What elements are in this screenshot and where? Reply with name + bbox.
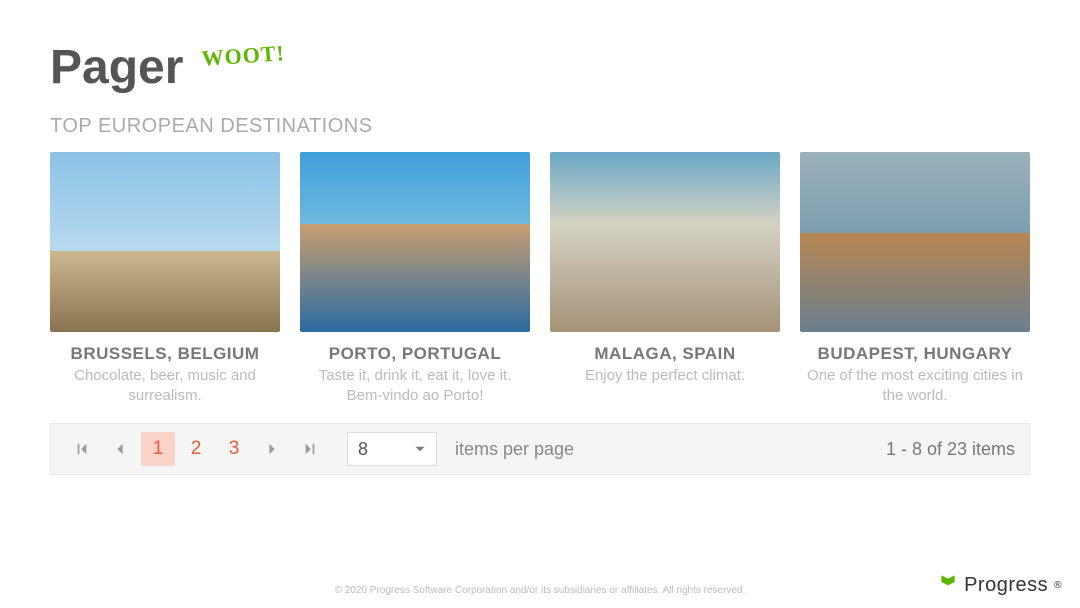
next-page-button[interactable] — [255, 432, 289, 466]
destination-desc: One of the most exciting cities in the w… — [800, 366, 1030, 405]
page-number-1[interactable]: 1 — [141, 432, 175, 466]
page-number-2[interactable]: 2 — [179, 432, 213, 466]
destination-cards: BRUSSELS, BELGIUM Chocolate, beer, music… — [0, 152, 1080, 405]
section-title: TOP EUROPEAN DESTINATIONS — [0, 115, 1080, 152]
destination-title: BRUSSELS, BELGIUM — [50, 344, 280, 364]
destination-title: BUDAPEST, HUNGARY — [800, 344, 1030, 364]
chevron-down-icon — [414, 439, 426, 460]
destination-title: PORTO, PORTUGAL — [300, 344, 530, 364]
destination-image — [300, 152, 530, 332]
footer-copyright: © 2020 Progress Software Corporation and… — [0, 585, 1080, 596]
destination-image — [800, 152, 1030, 332]
destination-desc: Taste it, drink it, eat it, love it. Bem… — [300, 366, 530, 405]
page-title: Pager — [50, 40, 183, 95]
brand-logo: Progress® — [938, 572, 1062, 598]
items-per-page-label: items per page — [455, 439, 574, 460]
prev-page-button[interactable] — [103, 432, 137, 466]
destination-image — [50, 152, 280, 332]
page-number-3[interactable]: 3 — [217, 432, 251, 466]
last-page-button[interactable] — [293, 432, 327, 466]
woot-badge: WOOT! — [201, 40, 286, 72]
destination-card[interactable]: MALAGA, SPAIN Enjoy the perfect climat. — [550, 152, 780, 405]
destination-card[interactable]: BUDAPEST, HUNGARY One of the most exciti… — [800, 152, 1030, 405]
destination-image — [550, 152, 780, 332]
pager: 1 2 3 8 items per page 1 - 8 of 23 items — [50, 423, 1030, 475]
destination-card[interactable]: PORTO, PORTUGAL Taste it, drink it, eat … — [300, 152, 530, 405]
page-size-value: 8 — [358, 439, 368, 460]
destination-desc: Chocolate, beer, music and surrealism. — [50, 366, 280, 405]
destination-desc: Enjoy the perfect climat. — [550, 366, 780, 386]
first-page-button[interactable] — [65, 432, 99, 466]
brand-text: Progress — [964, 574, 1048, 597]
page-size-select[interactable]: 8 — [347, 432, 437, 466]
destination-card[interactable]: BRUSSELS, BELGIUM Chocolate, beer, music… — [50, 152, 280, 405]
progress-icon — [938, 572, 958, 598]
pager-info: 1 - 8 of 23 items — [886, 439, 1015, 460]
destination-title: MALAGA, SPAIN — [550, 344, 780, 364]
